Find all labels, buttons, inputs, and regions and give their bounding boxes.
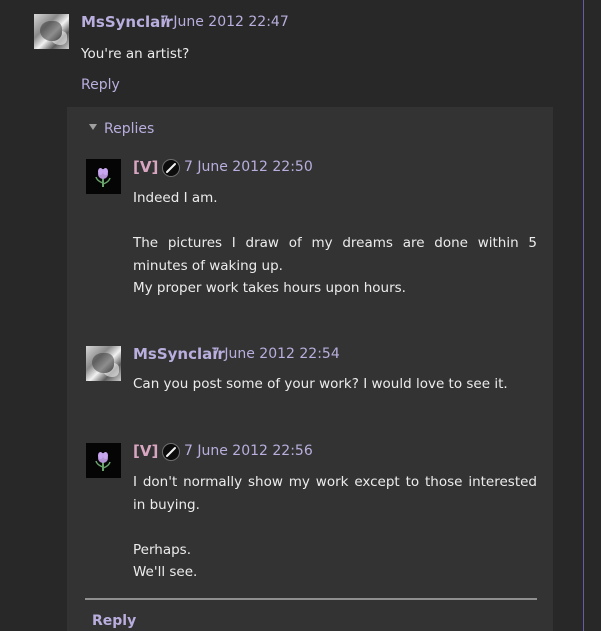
replies-label[interactable]: Replies — [104, 120, 154, 138]
flower-avatar[interactable] — [86, 443, 121, 478]
reply-body-line: The pictures I draw of my dreams are don… — [133, 235, 537, 274]
flower-icon — [86, 443, 121, 478]
pencil-icon-svg — [166, 447, 176, 457]
reply-body-line: Can you post some of your work? I would … — [133, 376, 508, 392]
reply-body-line — [133, 516, 537, 539]
pencil-icon — [162, 159, 180, 177]
reply-body-line: Perhaps. — [133, 541, 192, 558]
comment-timestamp[interactable]: 7 June 2012 22:47 — [160, 13, 289, 32]
reply-timestamp[interactable]: 7 June 2012 22:50 — [184, 158, 313, 177]
reply-body-line: We'll see. — [133, 564, 198, 580]
reply-author[interactable]: [V] — [133, 158, 158, 177]
reply-timestamp[interactable]: 7 June 2012 22:54 — [211, 345, 340, 364]
reply-body-line: Indeed I am. — [133, 190, 218, 206]
triangle-down-icon[interactable] — [89, 124, 97, 130]
reply-button[interactable]: Reply — [92, 612, 136, 630]
comment-body: You're an artist? — [81, 43, 551, 66]
avatar-mssynclair[interactable] — [86, 346, 121, 381]
reply-timestamp[interactable]: 7 June 2012 22:56 — [184, 442, 313, 461]
flower-avatar[interactable] — [86, 159, 121, 194]
reply-author[interactable]: [V] — [133, 442, 158, 461]
reply-body: Can you post some of your work? I would … — [133, 373, 537, 396]
comment-body-line: You're an artist? — [81, 46, 190, 62]
right-border-line — [583, 0, 584, 631]
comments-page: MsSynclair 7 June 2012 22:47 You're an a… — [0, 0, 601, 631]
reply-link[interactable]: Reply — [81, 76, 120, 94]
avatar-mssynclair[interactable] — [34, 14, 69, 49]
reply-body: I don't normally show my work except to … — [133, 471, 537, 584]
reply-body-line: My proper work takes hours upon hours. — [133, 280, 406, 296]
pencil-icon-svg — [166, 163, 176, 173]
reply-body-line — [133, 210, 537, 233]
flower-icon — [86, 159, 121, 194]
reply-divider — [85, 598, 537, 600]
reply-body: Indeed I am. The pictures I draw of my d… — [133, 187, 537, 300]
reply-body-line: I don't normally show my work except to … — [133, 474, 537, 513]
pencil-icon — [162, 443, 180, 461]
